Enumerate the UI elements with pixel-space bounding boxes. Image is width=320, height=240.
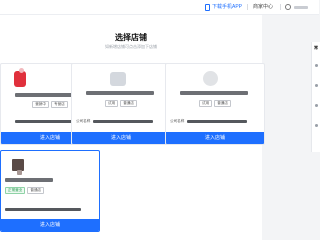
store-type-badge: 普通店 <box>27 187 45 194</box>
enter-store-button[interactable]: 进入店铺 <box>72 132 170 144</box>
side-panel-item[interactable] <box>315 124 318 127</box>
store-type-badge: 普通店 <box>214 100 231 107</box>
company-label: 公司名称 <box>76 119 91 123</box>
side-panel-item[interactable] <box>315 64 318 67</box>
store-logo <box>203 71 218 86</box>
store-logo-accent <box>17 170 22 175</box>
page-title: 选择店铺 <box>115 33 147 42</box>
store-name-redacted <box>5 178 53 182</box>
company-row <box>5 120 79 123</box>
company-name-redacted <box>15 120 79 123</box>
status-badge: 正常营业 <box>5 187 26 194</box>
store-card[interactable]: 试用 普通店 公司名称 进入店铺 <box>71 63 171 145</box>
store-type-badge: 普通店 <box>120 100 137 107</box>
download-app-link[interactable]: 下载手机APP <box>205 2 242 12</box>
store-selection-panel: 选择店铺 如新增店铺可点击添加下店铺 营销中 专营店 进入店铺 试用 普通店 公… <box>0 15 265 240</box>
store-logo-accent <box>19 68 24 73</box>
status-badge: 营销中 <box>32 101 49 108</box>
company-row: 公司名称 <box>76 119 154 124</box>
status-badge: 试用 <box>105 100 119 107</box>
company-name-redacted <box>187 120 248 123</box>
user-menu[interactable] <box>285 2 308 12</box>
company-row: 公司名称 <box>170 119 248 124</box>
store-name-redacted <box>86 91 154 95</box>
store-logo <box>110 72 126 86</box>
store-tags: 试用 普通店 <box>166 100 264 107</box>
top-bar: 下载手机APP 商家中心 <box>0 0 319 15</box>
download-app-label: 下载手机APP <box>212 4 243 10</box>
store-tags: 试用 普通店 <box>72 100 170 107</box>
store-card-selected[interactable]: 正常营业 普通店 进入店铺 <box>0 150 100 232</box>
company-row <box>5 208 81 211</box>
store-name-redacted <box>180 91 248 95</box>
phone-icon <box>205 3 210 11</box>
side-panel-item[interactable] <box>315 104 318 107</box>
enter-store-button[interactable]: 进入店铺 <box>1 219 99 231</box>
user-icon <box>285 4 291 10</box>
user-name-redacted <box>294 5 308 9</box>
enter-store-button[interactable]: 进入店铺 <box>166 132 264 144</box>
divider <box>280 4 281 10</box>
side-panel-item[interactable] <box>315 84 318 87</box>
store-tags: 正常营业 普通店 <box>1 187 99 194</box>
company-name-redacted <box>93 120 154 123</box>
store-type-badge: 专营店 <box>51 101 68 108</box>
company-name-redacted <box>5 208 81 211</box>
right-side-panel: 常 <box>311 42 320 152</box>
merchant-center-link[interactable]: 商家中心 <box>253 2 273 12</box>
store-logo <box>14 71 26 87</box>
divider <box>247 4 248 10</box>
status-badge: 试用 <box>199 100 213 107</box>
store-card[interactable]: 试用 普通店 公司名称 进入店铺 <box>165 63 265 145</box>
side-panel-title-fragment: 常 <box>314 45 318 50</box>
page-subtitle: 如新增店铺可点击添加下店铺 <box>105 44 157 49</box>
company-label: 公司名称 <box>170 119 185 123</box>
